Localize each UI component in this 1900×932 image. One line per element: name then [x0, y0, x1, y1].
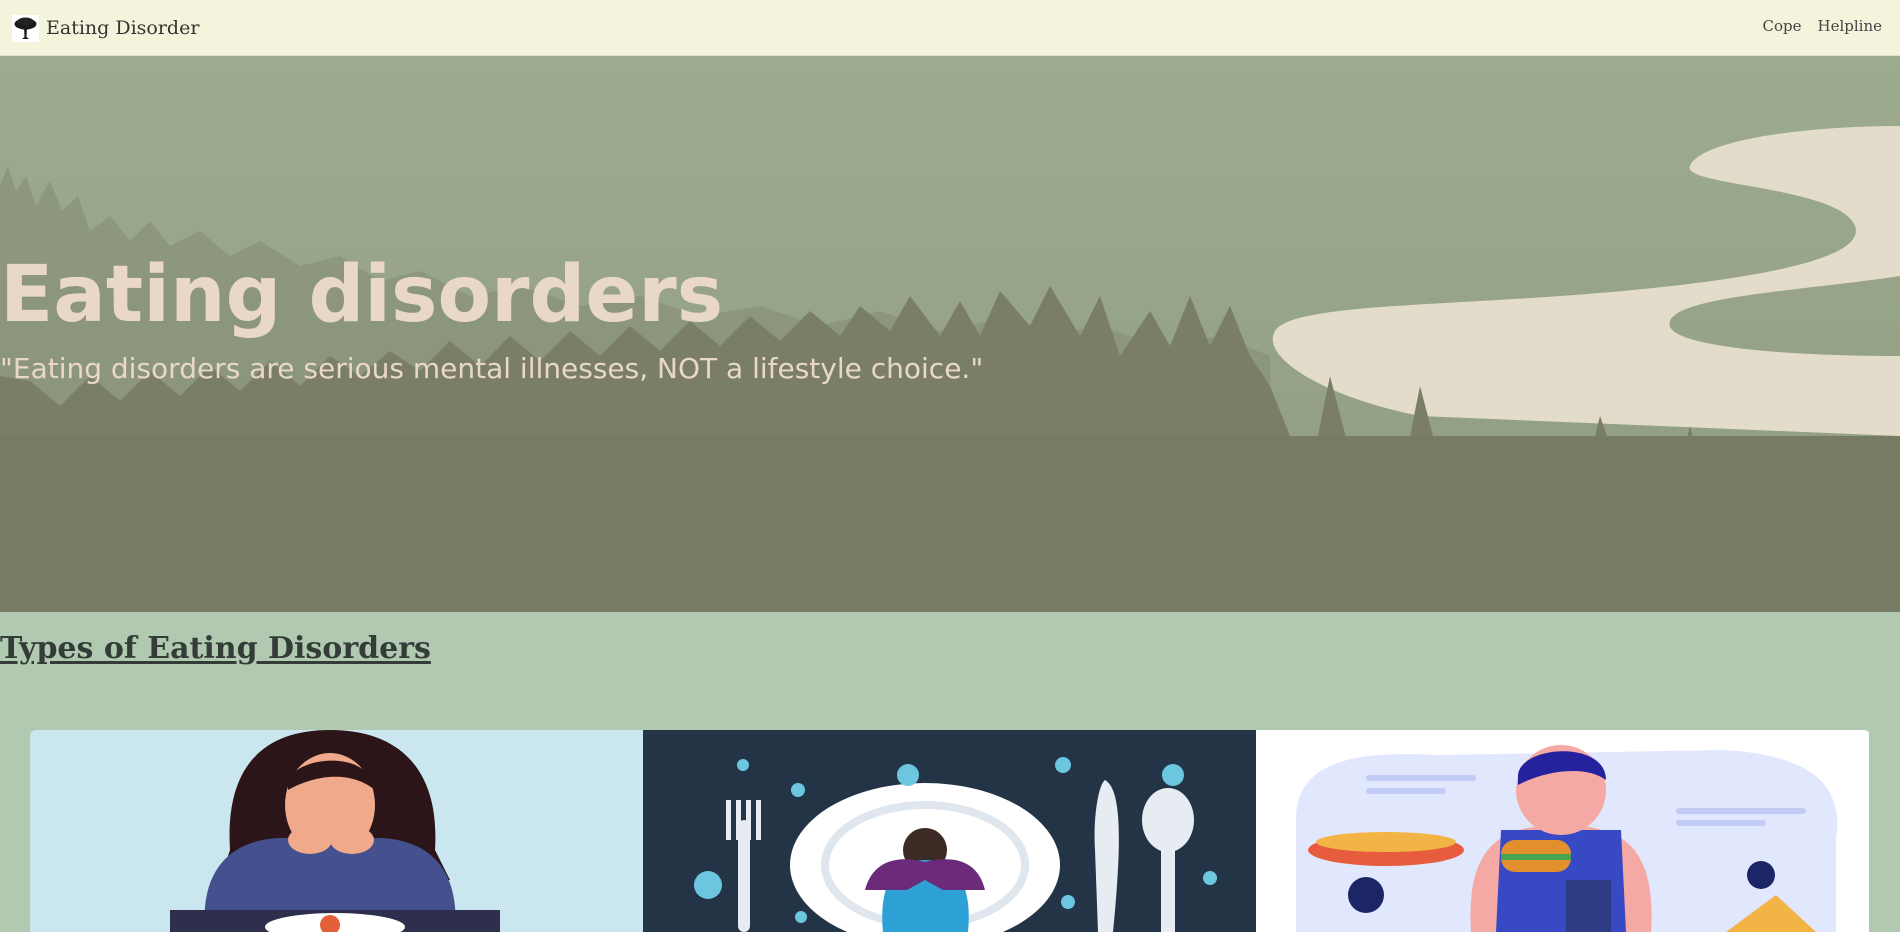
card-sad-woman[interactable] [30, 730, 643, 932]
brand-link[interactable]: Eating Disorder [12, 13, 199, 43]
woman-on-plate-illustration [643, 730, 1256, 932]
nav-link-cope[interactable]: Cope [1763, 17, 1802, 35]
tree-icon [12, 14, 39, 42]
top-navbar: Eating Disorder Cope Helpline [0, 0, 1900, 56]
hero-banner: Eating disorders "Eating disorders are s… [0, 56, 1900, 612]
man-fast-food-illustration [1256, 730, 1869, 932]
disorder-cards [30, 730, 1870, 932]
types-heading-link[interactable]: Types of Eating Disorders [0, 631, 431, 666]
card-woman-on-plate[interactable] [643, 730, 1256, 932]
nav-links: Cope Helpline [1763, 17, 1883, 35]
brand-label: Eating Disorder [46, 17, 200, 39]
sad-woman-illustration [30, 730, 643, 932]
nav-link-helpline[interactable]: Helpline [1818, 17, 1883, 35]
card-man-fast-food[interactable] [1256, 730, 1869, 932]
hero-title: Eating disorders [0, 250, 724, 340]
hero-quote: "Eating disorders are serious mental ill… [0, 352, 984, 385]
